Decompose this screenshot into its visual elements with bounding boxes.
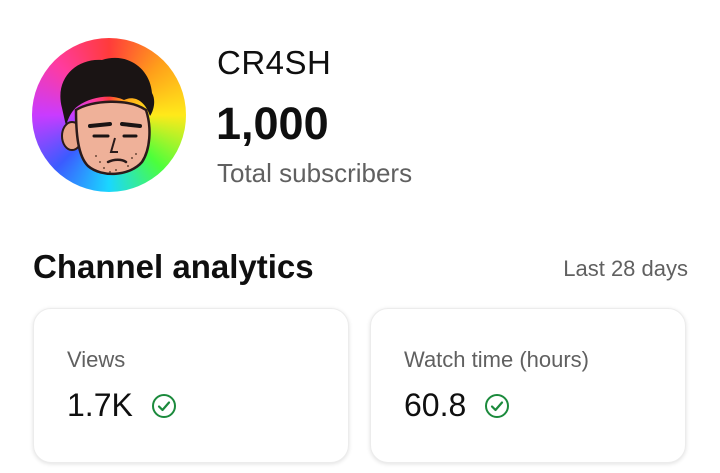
watch-time-card[interactable]: Watch time (hours) 60.8: [370, 308, 686, 463]
section-title: Channel analytics: [33, 248, 314, 285]
views-value-row: 1.7K: [67, 387, 177, 424]
views-label: Views: [67, 347, 126, 372]
period-label: Last 28 days: [563, 256, 688, 281]
watch-time-value: 60.8: [404, 387, 467, 423]
check-circle-icon: [485, 393, 510, 418]
channel-name: CR4SH: [217, 44, 332, 81]
avatar-face-icon: [60, 57, 155, 176]
check-circle-icon: [151, 393, 176, 418]
channel-avatar[interactable]: [32, 38, 186, 192]
views-card[interactable]: Views 1.7K: [33, 308, 349, 463]
views-value: 1.7K: [67, 387, 133, 423]
watch-time-value-row: 60.8: [404, 387, 510, 424]
subscriber-label: Total subscribers: [217, 158, 413, 188]
watch-time-label: Watch time (hours): [404, 347, 590, 372]
subscriber-count: 1,000: [216, 98, 329, 149]
